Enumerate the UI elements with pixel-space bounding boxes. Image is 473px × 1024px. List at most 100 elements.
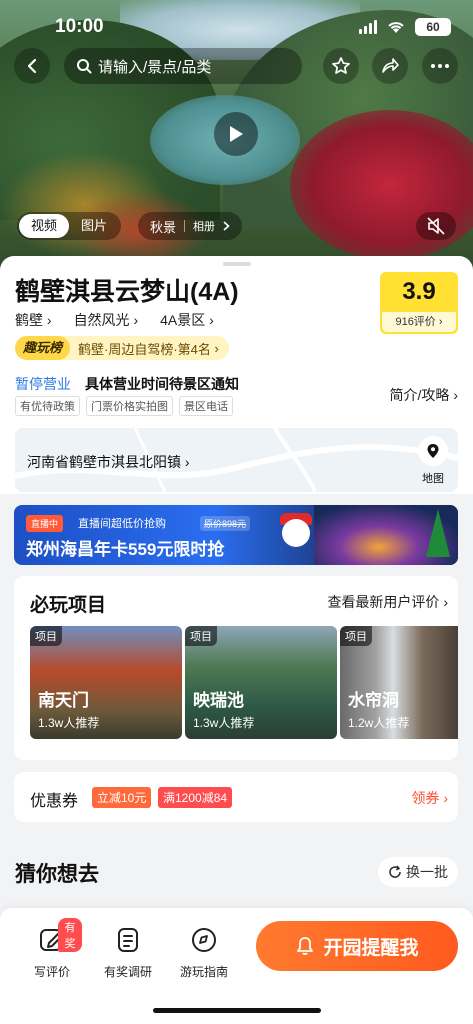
map-label: 地图 [422, 473, 444, 485]
attraction-name: 南天门 [38, 691, 89, 710]
item-tag: 项目 [30, 626, 62, 646]
review-count: 916评价 › [382, 312, 456, 332]
banner-line2: 郑州海昌年卡559元限时抢 [26, 540, 225, 559]
attraction-card[interactable]: 项目 南天门 1.3w人推荐 [30, 626, 182, 739]
attraction-recommend: 1.3w人推荐 [38, 716, 100, 730]
guess-section-title: 猜你想去 [15, 863, 99, 886]
more-button[interactable] [422, 48, 458, 84]
page-title: 鹤壁淇县云梦山(4A) [15, 278, 239, 306]
play-icon [230, 126, 243, 142]
tab-video[interactable]: 视频 [19, 214, 70, 238]
banner-old-price: 原价898元 [200, 516, 251, 531]
christmas-tree-icon [426, 509, 450, 557]
coupon-title: 优惠券 [30, 793, 79, 810]
address-text: 河南省鹤壁市淇县北阳镇 › [27, 454, 190, 470]
chevron-right-icon: › [210, 340, 219, 356]
rating-box[interactable]: 3.9 916评价 › [380, 272, 458, 334]
album-selector[interactable]: 秋景 相册 [138, 212, 243, 240]
bell-icon [297, 937, 314, 955]
media-type-tabs: 视频 图片 [17, 212, 122, 240]
promo-banner[interactable]: 直播中 直播间超低价抢购 原价898元 郑州海昌年卡559元限时抢 [14, 505, 458, 565]
must-play-section: 必玩项目 查看最新用户评价 › 项目 南天门 1.3w人推荐 项目 映瑞池 1.… [14, 576, 458, 760]
drag-handle[interactable] [223, 262, 251, 266]
ranking-text: 鹤壁·周边自驾榜·第4名 [78, 341, 211, 357]
reward-badge: 有奖 [58, 918, 82, 952]
more-dots-icon [431, 64, 449, 68]
tag-phone[interactable]: 景区电话 [179, 396, 233, 416]
get-coupon-link[interactable]: 领券 › [411, 788, 448, 808]
item-tag: 项目 [185, 626, 217, 646]
cellular-signal-icon [359, 20, 377, 34]
share-icon [382, 58, 399, 73]
category-link-type[interactable]: 自然风光 › [74, 310, 139, 330]
album-divider [184, 220, 186, 232]
live-badge: 直播中 [26, 515, 64, 532]
category-link-city[interactable]: 鹤壁 › [15, 310, 52, 330]
search-input[interactable]: 请输入/景点/品类 [64, 48, 302, 84]
attraction-name: 水帘洞 [348, 691, 399, 710]
tag-ticket-photo[interactable]: 门票价格实拍图 [86, 396, 173, 416]
category-links: 鹤壁 › 自然风光 › 4A景区 › [15, 310, 214, 330]
home-indicator[interactable] [153, 1008, 321, 1013]
chevron-left-icon [27, 58, 37, 74]
favorite-button[interactable] [323, 48, 359, 84]
top-nav: 请输入/景点/品类 [14, 48, 459, 86]
poi-info-card: 鹤壁淇县云梦山(4A) 鹤壁 › 自然风光 › 4A景区 › 3.9 916评价… [0, 256, 473, 494]
coupon-badge-threshold: 满1200减84 [158, 787, 233, 808]
status-label: 暂停营业 [15, 376, 71, 392]
play-video-button[interactable] [214, 112, 258, 156]
location-pin-icon [418, 436, 448, 466]
back-button[interactable] [14, 48, 50, 84]
write-review-button[interactable]: 有奖 写评价 [22, 918, 82, 980]
item-tag: 项目 [340, 626, 372, 646]
banner-line1: 直播间超低价抢购 [78, 518, 166, 530]
snowman-icon [282, 519, 310, 547]
chevron-right-icon [223, 221, 230, 231]
star-outline-icon [332, 57, 350, 74]
wifi-icon [388, 22, 404, 33]
guide-button[interactable]: 游玩指南 [174, 926, 234, 980]
refresh-label: 换一批 [406, 864, 448, 880]
coupon-badge-instant: 立减10元 [92, 787, 152, 808]
intro-guide-link[interactable]: 简介/攻略 › [390, 385, 458, 405]
attraction-recommend: 1.2w人推荐 [348, 716, 410, 730]
guide-label: 游玩指南 [179, 965, 228, 979]
hero-media[interactable]: 10:00 60 请输入/景点/品类 视频 图片 秋景 相册 [0, 0, 473, 270]
share-button[interactable] [372, 48, 408, 84]
album-season: 秋景 [150, 219, 177, 235]
attraction-name: 映瑞池 [193, 691, 244, 710]
ranking-tag: 趣玩榜 [15, 336, 71, 360]
attraction-card[interactable]: 项目 映瑞池 1.3w人推荐 [185, 626, 337, 739]
status-bar: 10:00 60 [55, 16, 451, 38]
attraction-card[interactable]: 项目 水帘洞 1.2w人推荐 [340, 626, 458, 739]
info-tags: 有优待政策 门票价格实拍图 景区电话 [15, 396, 233, 416]
bottom-action-bar: 有奖 写评价 有奖调研 游玩指南 开园提醒我 [0, 908, 473, 1024]
operating-status: 暂停营业 具体营业时间待景区通知 [15, 374, 239, 394]
battery-indicator: 60 [415, 18, 451, 36]
tag-discount-policy[interactable]: 有优待政策 [15, 396, 80, 416]
write-review-label: 写评价 [33, 965, 70, 979]
notify-open-button[interactable]: 开园提醒我 [256, 921, 458, 971]
album-label: 相册 [193, 221, 216, 233]
notify-open-label: 开园提醒我 [323, 937, 419, 959]
section-title: 必玩项目 [30, 595, 107, 616]
category-link-level[interactable]: 4A景区 › [160, 310, 214, 330]
survey-label: 有奖调研 [103, 965, 152, 979]
search-placeholder: 请输入/景点/品类 [98, 58, 212, 76]
survey-button[interactable]: 有奖调研 [98, 926, 158, 980]
survey-doc-icon [118, 928, 138, 952]
rating-score: 3.9 [402, 278, 436, 305]
refresh-icon [389, 865, 401, 878]
view-reviews-link[interactable]: 查看最新用户评价 › [327, 592, 448, 612]
coupon-row[interactable]: 优惠券 立减10元 满1200减84 领券 › [14, 772, 458, 822]
address-map[interactable]: 河南省鹤壁市淇县北阳镇 › 地图 [15, 428, 458, 492]
search-icon [77, 59, 92, 74]
status-time: 10:00 [55, 16, 104, 37]
status-notice: 具体营业时间待景区通知 [85, 376, 239, 392]
map-button[interactable]: 地图 [416, 436, 450, 486]
attraction-recommend: 1.3w人推荐 [193, 716, 255, 730]
ranking-badge[interactable]: 趣玩榜 鹤壁·周边自驾榜·第4名 › [15, 336, 229, 360]
mute-button[interactable] [416, 212, 456, 240]
tab-photo[interactable]: 图片 [69, 214, 119, 238]
refresh-button[interactable]: 换一批 [378, 857, 458, 887]
